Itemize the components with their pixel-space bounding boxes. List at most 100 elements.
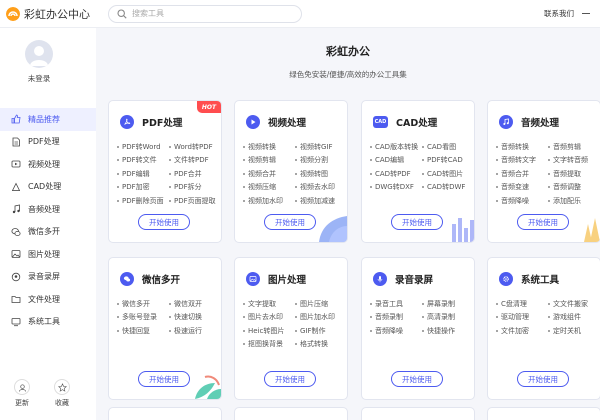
- feature-item[interactable]: 快捷操作: [422, 326, 474, 336]
- start-button[interactable]: 开始使用: [391, 371, 443, 387]
- feature-item[interactable]: 文文件搬家: [548, 299, 600, 309]
- feature-item[interactable]: 快捷回复: [117, 326, 169, 336]
- card-system: 系统工具 C盘清理 文文件搬家 驱动管理 游戏组件 文件加密 定时关机 开始使用: [487, 257, 600, 400]
- update-button[interactable]: 更新: [4, 379, 40, 408]
- start-button[interactable]: 开始使用: [517, 371, 569, 387]
- search-input[interactable]: [132, 9, 282, 18]
- minimize-icon[interactable]: [582, 13, 590, 14]
- sidebar-item-file[interactable]: 文件处理: [0, 288, 96, 311]
- feature-item[interactable]: PDF编辑: [117, 169, 169, 179]
- feature-item[interactable]: PDF页面提取: [169, 196, 221, 206]
- card-title: 录音录屏: [395, 275, 434, 286]
- feature-item[interactable]: C盘清理: [496, 299, 548, 309]
- feature-item[interactable]: 音频调整: [548, 182, 600, 192]
- feature-item[interactable]: 录音工具: [370, 299, 422, 309]
- feature-item[interactable]: GIF制作: [295, 326, 347, 336]
- feature-item[interactable]: PDF拆分: [169, 182, 221, 192]
- feature-item[interactable]: 视频剪辑: [243, 155, 295, 165]
- feature-item[interactable]: 驱动管理: [496, 312, 548, 322]
- feature-item[interactable]: 视频转GIF: [295, 142, 347, 152]
- feature-item[interactable]: 文件转PDF: [169, 155, 221, 165]
- feature-item[interactable]: 高清录制: [422, 312, 474, 322]
- feature-item[interactable]: 视频合并: [243, 169, 295, 179]
- sidebar-item-system[interactable]: 系统工具: [0, 311, 96, 334]
- sidebar-item-label: 文件处理: [28, 294, 60, 304]
- gear-icon: [499, 272, 513, 286]
- feature-item[interactable]: 视频压缩: [243, 182, 295, 192]
- card-image: 图片处理 文字提取 图片压缩 图片去水印 图片加水印 Heic转图片 GIF制作…: [234, 257, 348, 400]
- feature-item[interactable]: 音频录制: [370, 312, 422, 322]
- sidebar-item-wechat[interactable]: 微信多开: [0, 221, 96, 244]
- feature-item[interactable]: 格式转换: [295, 339, 347, 349]
- feature-item[interactable]: 添加配乐: [548, 196, 600, 206]
- start-button[interactable]: 开始使用: [264, 371, 316, 387]
- feature-item[interactable]: CAD版本转换: [370, 142, 422, 152]
- feature-item[interactable]: 视频转图: [295, 169, 347, 179]
- feature-item[interactable]: 屏幕录制: [422, 299, 474, 309]
- feature-item[interactable]: 图片去水印: [243, 312, 295, 322]
- feature-item[interactable]: 音频降噪: [496, 196, 548, 206]
- sidebar-item-pdf[interactable]: PDF处理: [0, 131, 96, 154]
- feature-item[interactable]: 图片加水印: [295, 312, 347, 322]
- user-avatar-icon: [30, 46, 48, 66]
- feature-item[interactable]: 文字转音频: [548, 155, 600, 165]
- feature-item[interactable]: 游戏组件: [548, 312, 600, 322]
- feature-item[interactable]: Heic转图片: [243, 326, 295, 336]
- feature-item[interactable]: PDF转文件: [117, 155, 169, 165]
- start-button[interactable]: 开始使用: [391, 214, 443, 230]
- feature-item[interactable]: 音频剪辑: [548, 142, 600, 152]
- feature-item[interactable]: PDF删除页面: [117, 196, 169, 206]
- start-button[interactable]: 开始使用: [264, 214, 316, 230]
- sidebar-item-video[interactable]: 视频处理: [0, 153, 96, 176]
- feature-item[interactable]: 视频转换: [243, 142, 295, 152]
- feature-item[interactable]: 快速切换: [169, 312, 221, 322]
- feature-item[interactable]: 音频转文字: [496, 155, 548, 165]
- sidebar-item-cad[interactable]: CAD处理: [0, 176, 96, 199]
- feature-list: 录音工具 屏幕录制 音频录制 高清录制 音频降噪 快捷操作: [370, 299, 474, 336]
- feature-item[interactable]: 多账号登录: [117, 312, 169, 322]
- sidebar-item-record[interactable]: 录音录屏: [0, 266, 96, 289]
- avatar[interactable]: [25, 40, 53, 68]
- feature-item[interactable]: 音频提取: [548, 169, 600, 179]
- feature-item[interactable]: CAD转图片: [422, 169, 474, 179]
- feature-item[interactable]: 微信多开: [117, 299, 169, 309]
- feature-item[interactable]: 音频变速: [496, 182, 548, 192]
- search-box[interactable]: [108, 4, 302, 23]
- feature-item[interactable]: 视频分割: [295, 155, 347, 165]
- feature-item[interactable]: 抠图换背景: [243, 339, 295, 349]
- feature-item[interactable]: 图片压缩: [295, 299, 347, 309]
- cad-icon: [12, 182, 20, 191]
- feature-item[interactable]: CAD转PDF: [370, 169, 422, 179]
- feature-item[interactable]: Word转PDF: [169, 142, 221, 152]
- favorite-button[interactable]: 收藏: [44, 379, 80, 408]
- feature-item[interactable]: 音频降噪: [370, 326, 422, 336]
- feature-item[interactable]: 音频合并: [496, 169, 548, 179]
- start-button[interactable]: 开始使用: [138, 214, 190, 230]
- feature-item[interactable]: 极速运行: [169, 326, 221, 336]
- sidebar-item-image[interactable]: 图片处理: [0, 243, 96, 266]
- feature-item[interactable]: CAD编辑: [370, 155, 422, 165]
- sidebar-item-audio[interactable]: 音频处理: [0, 198, 96, 221]
- music-note-icon: [499, 115, 513, 129]
- feature-item[interactable]: 文字提取: [243, 299, 295, 309]
- feature-item[interactable]: 音频转换: [496, 142, 548, 152]
- feature-item[interactable]: CAD转DWF: [422, 182, 474, 192]
- start-button[interactable]: 开始使用: [138, 371, 190, 387]
- feature-item[interactable]: 视频加水印: [243, 196, 295, 206]
- feature-item[interactable]: 视频去水印: [295, 182, 347, 192]
- card-title: CAD处理: [396, 118, 438, 129]
- feature-item[interactable]: CAD看图: [422, 142, 474, 152]
- contact-us-link[interactable]: 联系我们: [544, 8, 574, 19]
- feature-item[interactable]: PDF加密: [117, 182, 169, 192]
- sidebar-item-recommend[interactable]: 精品推荐: [0, 108, 96, 131]
- login-status[interactable]: 未登录: [0, 73, 78, 84]
- feature-item[interactable]: 微信双开: [169, 299, 221, 309]
- feature-item[interactable]: PDF合并: [169, 169, 221, 179]
- feature-item[interactable]: 视频加减速: [295, 196, 347, 206]
- feature-item[interactable]: PDF转CAD: [422, 155, 474, 165]
- feature-item[interactable]: 定时关机: [548, 326, 600, 336]
- feature-item[interactable]: DWG转DXF: [370, 182, 422, 192]
- start-button[interactable]: 开始使用: [517, 214, 569, 230]
- feature-item[interactable]: 文件加密: [496, 326, 548, 336]
- feature-item[interactable]: PDF转Word: [117, 142, 169, 152]
